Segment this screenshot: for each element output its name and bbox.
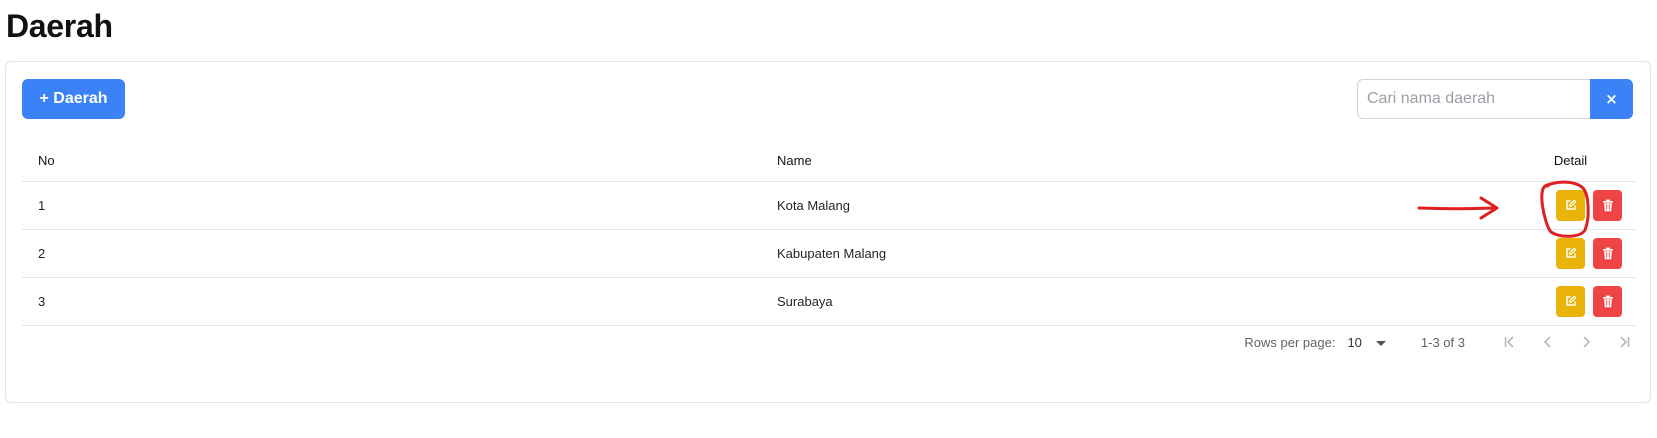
search-input[interactable] bbox=[1357, 79, 1590, 119]
region-card: + Daerah × No Name Detail 1 Kota Malang bbox=[5, 61, 1651, 403]
table-row: 3 Surabaya bbox=[22, 277, 1636, 326]
chevron-left-icon bbox=[1543, 336, 1551, 348]
chevron-right-icon bbox=[1583, 336, 1591, 348]
trash-icon bbox=[1602, 295, 1613, 307]
page-title: Daerah bbox=[6, 8, 113, 44]
table-row: 2 Kabupaten Malang bbox=[22, 229, 1636, 278]
edit-button[interactable] bbox=[1556, 189, 1585, 221]
rows-per-page-select[interactable]: 10 bbox=[1347, 334, 1386, 350]
region-table: No Name Detail 1 Kota Malang 2 Kabupaten… bbox=[22, 140, 1636, 326]
edit-icon bbox=[1565, 199, 1576, 210]
last-page-icon bbox=[1620, 336, 1630, 348]
caret-down-icon bbox=[1375, 340, 1386, 346]
trash-icon bbox=[1602, 247, 1613, 259]
delete-button[interactable] bbox=[1593, 237, 1622, 269]
row-no: 1 bbox=[22, 181, 777, 230]
prev-page-button[interactable] bbox=[1536, 330, 1560, 354]
row-name: Surabaya bbox=[777, 277, 1513, 326]
delete-button[interactable] bbox=[1593, 189, 1622, 221]
table-header-row: No Name Detail bbox=[22, 140, 1636, 182]
search-group: × bbox=[1357, 79, 1633, 119]
row-actions bbox=[1513, 277, 1636, 326]
row-no: 2 bbox=[22, 229, 777, 278]
edit-icon bbox=[1565, 295, 1576, 306]
clear-search-button[interactable]: × bbox=[1590, 79, 1633, 119]
edit-icon bbox=[1565, 247, 1576, 258]
header-no: No bbox=[22, 140, 777, 182]
add-region-button[interactable]: + Daerah bbox=[22, 79, 125, 119]
delete-button[interactable] bbox=[1593, 285, 1622, 317]
pagination-range: 1-3 of 3 bbox=[1420, 334, 1465, 350]
row-name: Kota Malang bbox=[777, 181, 1513, 230]
rows-per-page-value: 10 bbox=[1347, 334, 1362, 350]
first-page-button[interactable] bbox=[1498, 330, 1522, 354]
header-detail: Detail bbox=[1513, 140, 1636, 182]
trash-icon bbox=[1602, 199, 1613, 211]
row-no: 3 bbox=[22, 277, 777, 326]
next-page-button[interactable] bbox=[1574, 330, 1598, 354]
table-row: 1 Kota Malang bbox=[22, 181, 1636, 230]
edit-button[interactable] bbox=[1556, 237, 1585, 269]
pager-controls bbox=[1498, 330, 1636, 354]
row-name: Kabupaten Malang bbox=[777, 229, 1513, 278]
last-page-button[interactable] bbox=[1612, 330, 1636, 354]
header-name: Name bbox=[777, 140, 1513, 182]
row-actions bbox=[1513, 229, 1636, 278]
row-actions bbox=[1513, 181, 1636, 230]
rows-per-page-label: Rows per page: bbox=[1244, 334, 1336, 350]
first-page-icon bbox=[1504, 336, 1514, 348]
pagination-bar: Rows per page: 10 1-3 of 3 bbox=[22, 322, 1636, 362]
edit-button[interactable] bbox=[1556, 285, 1585, 317]
